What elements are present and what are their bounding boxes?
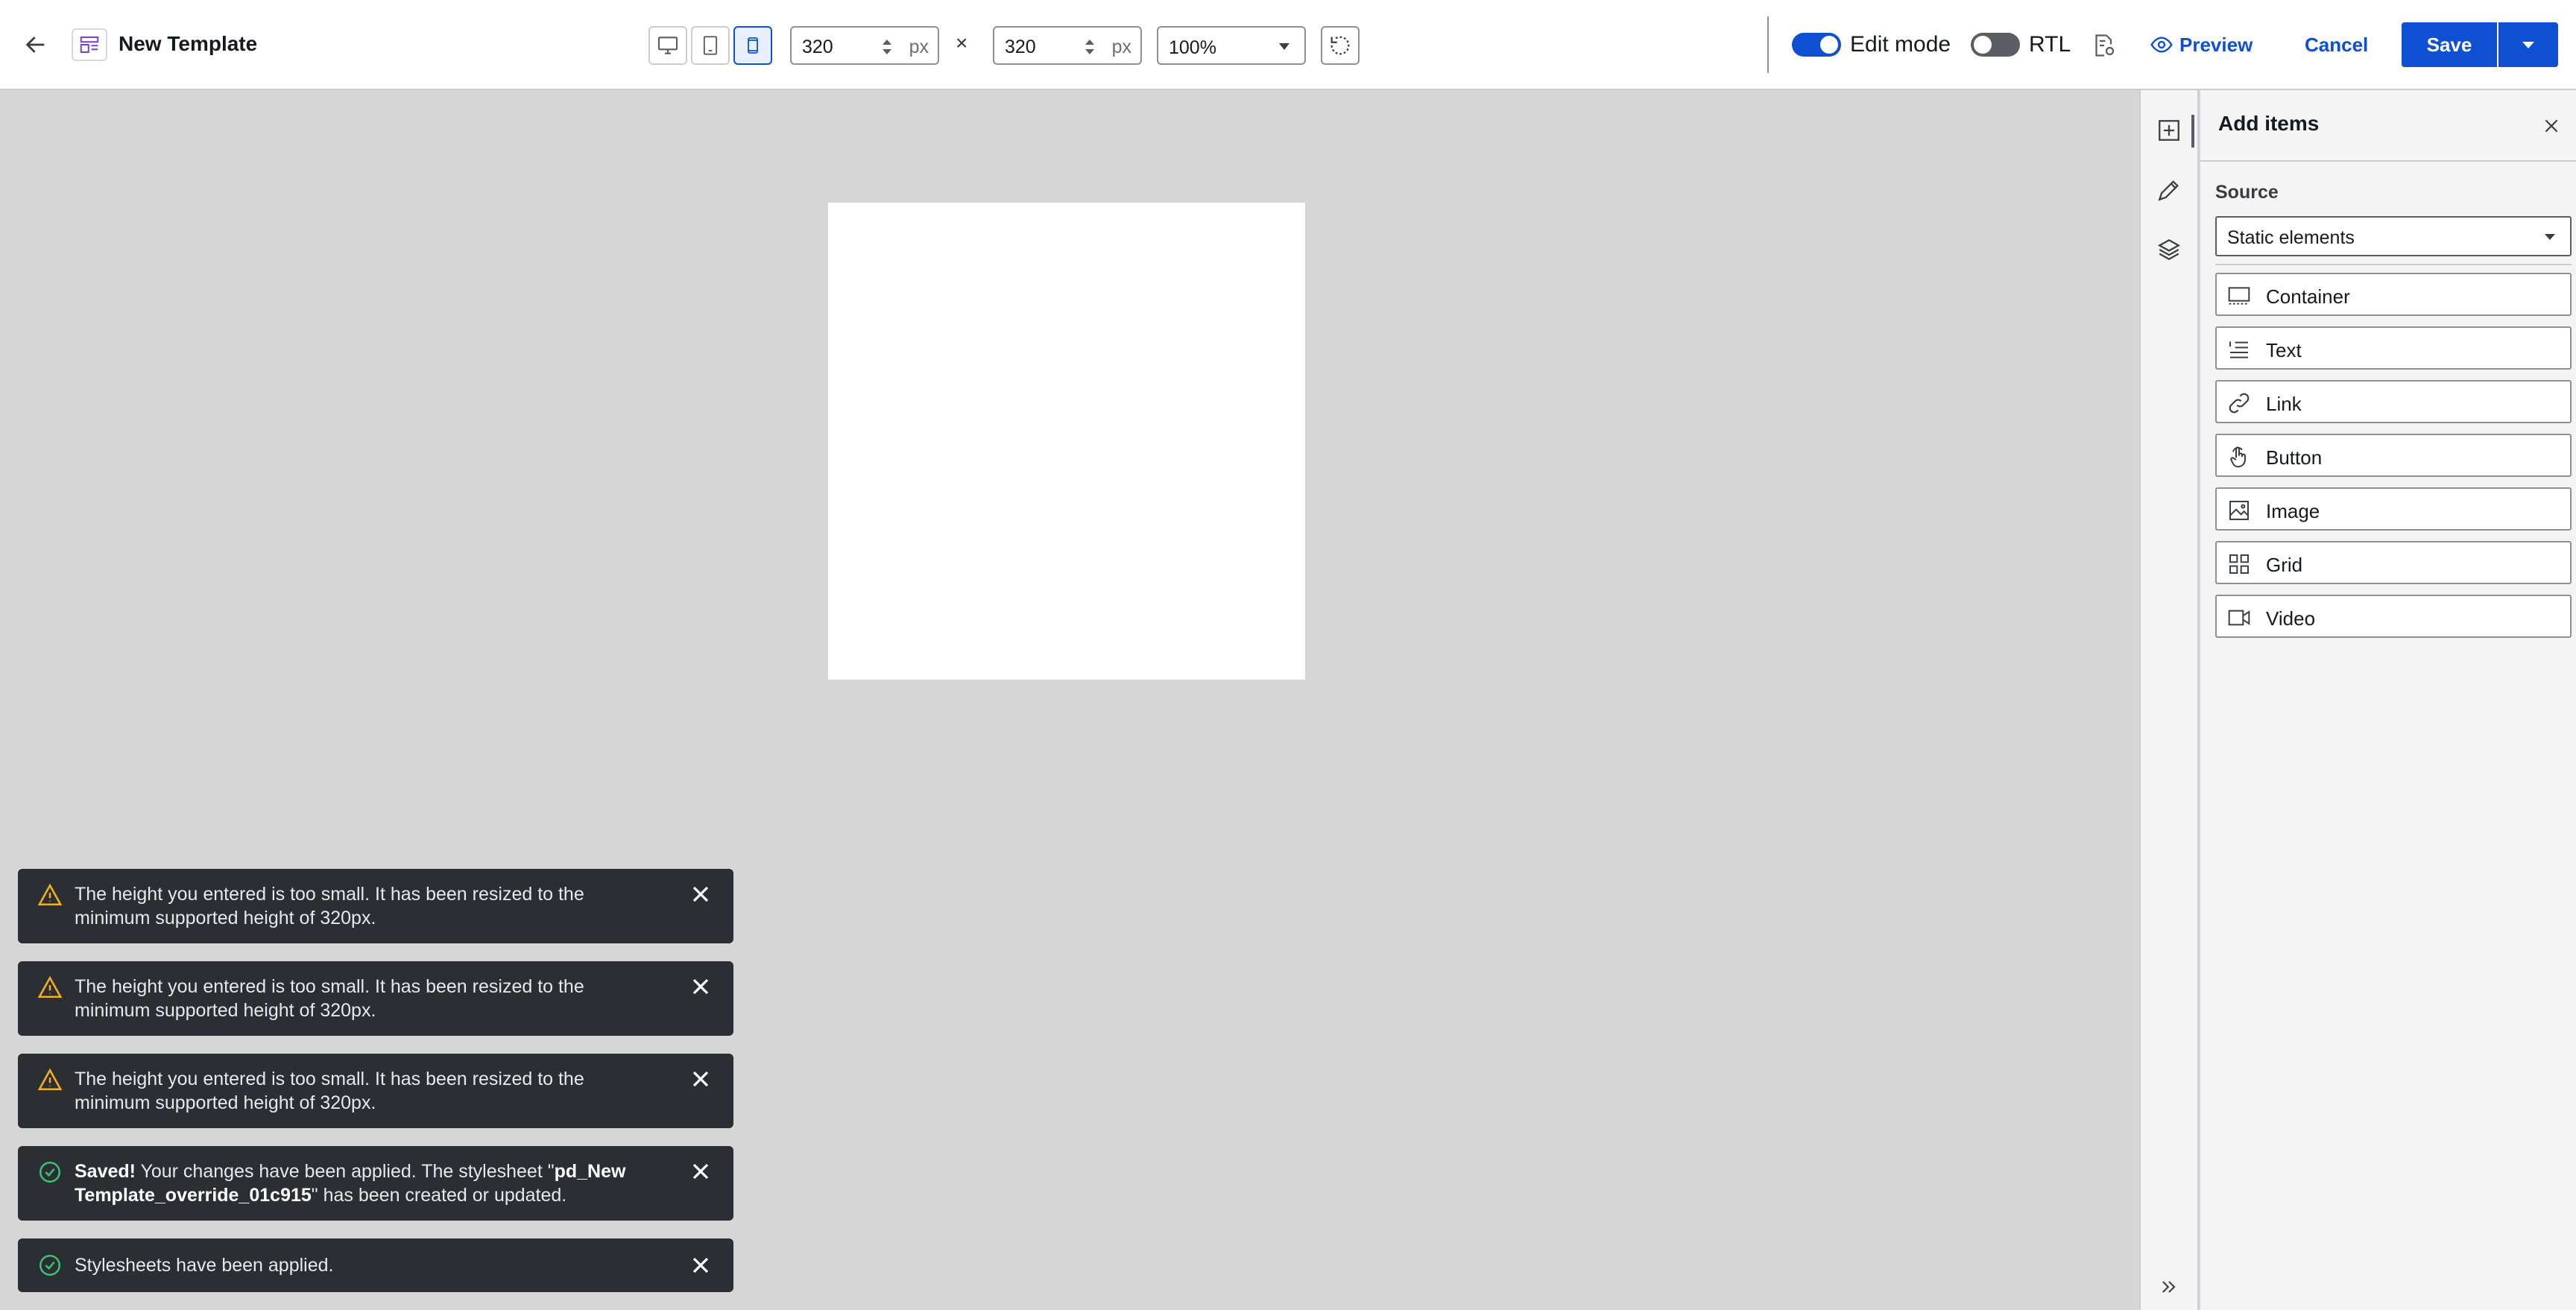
edit-mode-toggle[interactable] [1792, 33, 1841, 57]
close-icon[interactable] [687, 1066, 714, 1092]
page-title: New Template [119, 32, 258, 55]
warning-toast: The height you entered is too small. It … [18, 1054, 733, 1128]
toast-message: The height you entered is too small. It … [75, 884, 584, 928]
stylesheets-toast: Stylesheets have been applied. [18, 1238, 733, 1292]
link-icon [2229, 393, 2250, 414]
tablet-icon [703, 36, 718, 55]
add-video-item[interactable]: Video [2215, 595, 2572, 638]
template-artboard[interactable] [828, 203, 1305, 680]
mobile-icon [748, 37, 758, 54]
template-settings-button[interactable] [2087, 28, 2121, 63]
collapse-panel-button[interactable] [2148, 1266, 2190, 1308]
stepper-icon[interactable] [880, 35, 894, 59]
desktop-view-button[interactable] [648, 26, 687, 65]
save-button[interactable]: Save [2402, 22, 2497, 67]
mobile-view-button[interactable] [733, 26, 772, 65]
check-circle-icon [39, 1254, 61, 1276]
cancel-button[interactable]: Cancel [2305, 30, 2368, 60]
save-options-button[interactable] [2498, 22, 2558, 67]
height-input[interactable]: 320 px [993, 26, 1142, 65]
add-items-tab[interactable] [2148, 110, 2190, 151]
caret-down-icon [1279, 43, 1289, 50]
back-button[interactable] [18, 28, 54, 61]
desktop-icon [657, 37, 678, 54]
check-circle-icon [39, 1161, 61, 1183]
divider [2215, 264, 2572, 265]
source-select[interactable]: Static elements [2215, 216, 2572, 256]
times-symbol: × [956, 31, 968, 54]
toast-message: The height you entered is too small. It … [75, 976, 584, 1021]
arrow-left-icon [25, 37, 45, 53]
add-button-item[interactable]: Button [2215, 434, 2572, 477]
close-icon[interactable] [687, 973, 714, 1000]
caret-down-icon [2545, 234, 2555, 240]
layers-icon [2157, 238, 2181, 261]
stepper-icon[interactable] [1082, 35, 1097, 59]
image-icon [2229, 501, 2249, 520]
rtl-toggle[interactable] [1971, 33, 2020, 57]
style-tab[interactable] [2148, 169, 2190, 211]
close-icon [2545, 119, 2558, 133]
toolbar-divider [1767, 16, 1769, 73]
width-input[interactable]: 320 px [790, 26, 939, 65]
caret-down-icon [2522, 42, 2534, 48]
close-icon[interactable] [687, 1252, 714, 1279]
top-toolbar: New Template 320 px × 320 px 100% Edit m… [0, 0, 2576, 90]
add-link-item[interactable]: Link [2215, 380, 2572, 423]
add-box-icon [2159, 120, 2179, 141]
template-icon [72, 28, 107, 61]
pointer-hand-icon [2230, 446, 2246, 468]
warning-icon [37, 975, 63, 999]
close-icon[interactable] [687, 1158, 714, 1185]
zoom-select[interactable]: 100% [1157, 26, 1306, 65]
close-icon[interactable] [687, 881, 714, 908]
refresh-icon [1330, 36, 1350, 55]
device-switcher [648, 26, 772, 65]
warning-toast: The height you entered is too small. It … [18, 869, 733, 943]
edit-mode-label: Edit mode [1850, 32, 1951, 57]
text-icon [2229, 341, 2248, 358]
panel-title: Add items [2218, 112, 2320, 135]
active-tab-indicator [2191, 115, 2194, 148]
toast-message: Saved! Your changes have been applied. T… [75, 1161, 626, 1206]
side-rail [2139, 90, 2199, 1310]
video-icon [2228, 610, 2250, 626]
paint-brush-icon [2158, 180, 2179, 201]
rtl-label: RTL [2029, 32, 2071, 57]
add-image-item[interactable]: Image [2215, 487, 2572, 531]
document-settings-icon [2095, 34, 2115, 57]
toast-message: Stylesheets have been applied. [75, 1255, 334, 1276]
add-text-item[interactable]: Text [2215, 326, 2572, 370]
source-label: Source [2215, 182, 2279, 203]
close-panel-button[interactable] [2534, 109, 2569, 143]
eye-icon [2150, 37, 2173, 53]
toast-message: The height you entered is too small. It … [75, 1069, 584, 1113]
saved-toast: Saved! Your changes have been applied. T… [18, 1146, 733, 1221]
reset-size-button[interactable] [1321, 26, 1360, 65]
tablet-view-button[interactable] [691, 26, 730, 65]
warning-icon [37, 883, 63, 906]
warning-toast: The height you entered is too small. It … [18, 961, 733, 1036]
grid-icon [2229, 554, 2249, 574]
warning-icon [37, 1068, 63, 1091]
add-grid-item[interactable]: Grid [2215, 541, 2572, 584]
preview-button[interactable]: Preview [2150, 30, 2253, 60]
double-chevron-right-icon [2162, 1281, 2176, 1293]
container-icon [2228, 287, 2250, 305]
add-container-item[interactable]: Container [2215, 273, 2572, 316]
layers-tab[interactable] [2148, 229, 2190, 270]
